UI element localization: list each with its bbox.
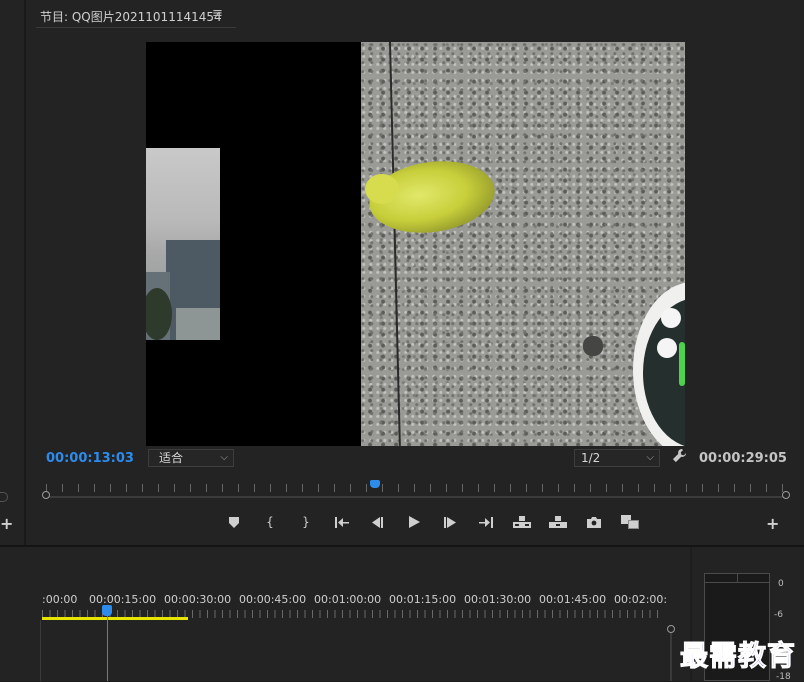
mark-in-button[interactable]: { — [252, 512, 288, 532]
go-to-in-button[interactable] — [324, 512, 360, 532]
ruler-ticks — [46, 484, 786, 492]
video-preview[interactable] — [146, 42, 685, 446]
panel-title[interactable]: 节目: QQ图片20211011141454 — [40, 8, 222, 25]
timeline-playhead[interactable] — [102, 605, 112, 616]
ruler-label: 00:01:00:00 — [314, 593, 382, 606]
comparison-view-button[interactable] — [612, 512, 648, 532]
go-to-in-icon — [335, 516, 349, 528]
timeline-ruler-labels[interactable]: :00:00 00:00:15:00 00:00:30:00 00:00:45:… — [42, 593, 666, 607]
meter-label: -6 — [774, 610, 783, 620]
ruler-label: 00:00:30:00 — [164, 593, 232, 606]
step-forward-icon — [444, 516, 456, 528]
ruler-end-handle[interactable] — [782, 491, 790, 499]
comparison-icon — [621, 515, 639, 529]
add-marker-button[interactable] — [216, 512, 252, 532]
program-monitor-panel: 节目: QQ图片20211011141454 ≡ 00:00:13:03 适合 … — [26, 0, 804, 545]
lift-icon — [513, 516, 531, 528]
meter-peak-row — [704, 582, 770, 583]
export-frame-button[interactable] — [576, 512, 612, 532]
play-button[interactable] — [396, 512, 432, 532]
timeline-playhead-line — [107, 616, 108, 681]
go-to-out-icon — [479, 516, 493, 528]
play-icon — [408, 516, 420, 528]
timeline-scroll-handle[interactable] — [667, 625, 675, 633]
lift-button[interactable] — [504, 512, 540, 532]
resolution-value: 1/2 — [581, 451, 601, 465]
duckling-head — [365, 174, 399, 204]
plate-green-mark — [679, 342, 685, 386]
floor-crack — [389, 42, 401, 446]
current-timecode[interactable]: 00:00:13:03 — [46, 451, 134, 466]
building-clip-image — [146, 148, 220, 340]
mark-out-icon: } — [302, 515, 310, 529]
duration-timecode: 00:00:29:05 — [699, 451, 787, 466]
add-button-icon[interactable]: + — [766, 514, 779, 533]
ruler-label: 00:01:15:00 — [389, 593, 457, 606]
ruler-track — [46, 496, 786, 498]
mark-out-button[interactable]: } — [288, 512, 324, 532]
extract-icon — [549, 516, 567, 528]
ruler-start-handle[interactable] — [42, 491, 50, 499]
playback-resolution-select[interactable]: 1/2 ⌵ — [574, 449, 660, 467]
watermark-logo: 最需教育 — [679, 639, 797, 673]
monitor-time-ruler[interactable] — [42, 480, 790, 504]
step-back-icon — [372, 516, 383, 528]
camera-icon — [587, 516, 601, 528]
meter-label: 0 — [778, 579, 784, 589]
ruler-label: 00:01:30:00 — [464, 593, 532, 606]
zoom-level-value: 适合 — [159, 451, 184, 465]
chevron-down-icon: ⌵ — [220, 452, 228, 463]
extract-button[interactable] — [540, 512, 576, 532]
hamburger-menu-icon[interactable]: ≡ — [212, 6, 223, 21]
plate-dot — [657, 338, 677, 358]
settings-wrench-icon[interactable] — [672, 448, 687, 467]
track-area-edge — [40, 620, 41, 681]
left-panel-strip: + — [0, 0, 26, 545]
step-forward-button[interactable] — [432, 512, 468, 532]
add-icon[interactable]: + — [0, 514, 13, 533]
mark-in-icon: { — [266, 515, 274, 529]
transport-controls: { } — [216, 512, 648, 532]
timeline-scroll-track[interactable] — [670, 633, 672, 681]
work-area-bar[interactable] — [42, 617, 188, 620]
chevron-down-icon: ⌵ — [646, 452, 654, 463]
plate-dot — [661, 308, 681, 328]
ruler-label: 00:00:45:00 — [239, 593, 307, 606]
ruler-label: 00:01:45:00 — [539, 593, 607, 606]
zoom-level-select[interactable]: 适合 ⌵ — [148, 449, 234, 467]
panel-scroll-handle[interactable] — [0, 492, 8, 502]
go-to-out-button[interactable] — [468, 512, 504, 532]
step-back-button[interactable] — [360, 512, 396, 532]
floor-spot — [583, 336, 603, 356]
ruler-label: :00:00 — [42, 593, 78, 606]
duckling-clip-image — [361, 42, 685, 446]
monitor-playhead[interactable] — [370, 480, 380, 488]
ruler-label: 00:00:15:00 — [89, 593, 157, 606]
panel-tab-underline — [36, 27, 236, 28]
ruler-label: 00:02:00:0 — [614, 593, 666, 606]
